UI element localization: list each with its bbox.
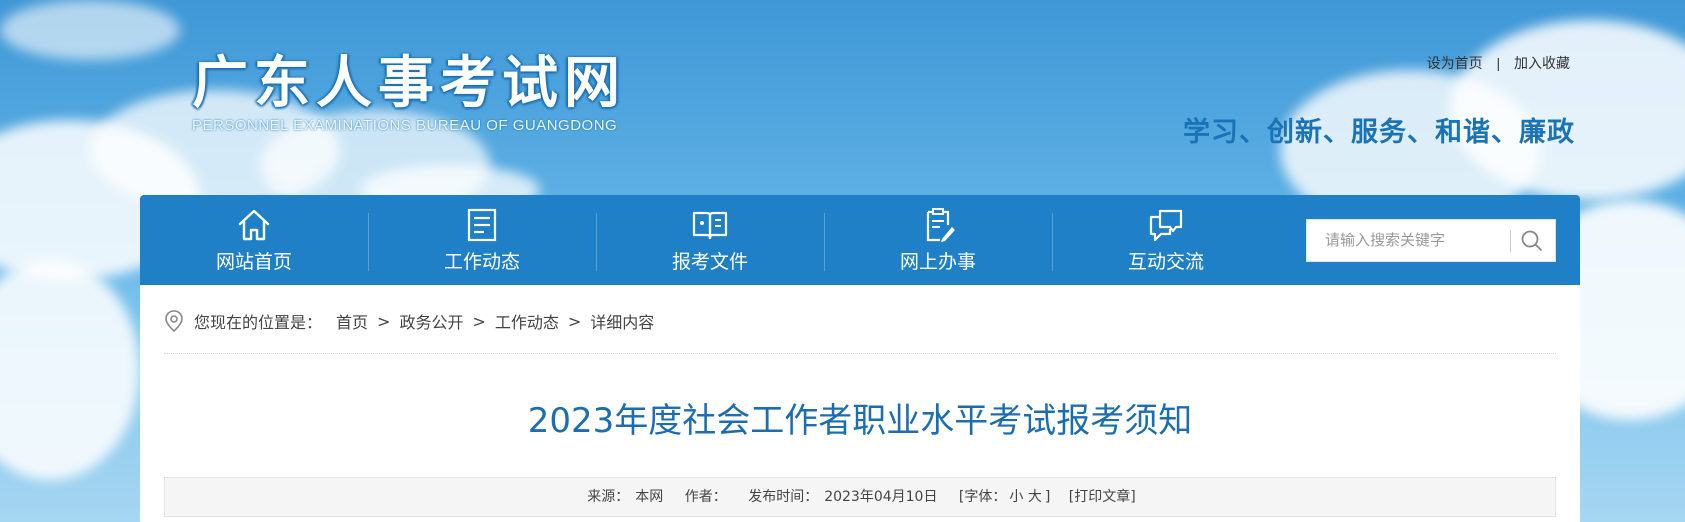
breadcrumb-separator: > — [567, 311, 582, 331]
search-icon[interactable] — [1519, 228, 1545, 254]
location-pin-icon — [165, 310, 183, 333]
nav-item-label: 网站首页 — [215, 251, 292, 273]
published-label: 发布时间： — [748, 489, 819, 505]
nav-item-online-services[interactable]: 网上办事 — [824, 195, 1052, 285]
nav-item-label: 互动交流 — [1127, 251, 1204, 273]
set-home-link[interactable]: 设为首页 — [1427, 55, 1483, 71]
main-content: 您现在的位置是： 首页 > 政务公开 > 工作动态 > 详细内容 2023年度社… — [140, 285, 1580, 522]
font-large-button[interactable]: 大 — [1028, 489, 1042, 505]
font-small-button[interactable]: 小 — [1009, 489, 1023, 505]
breadcrumb-current: 详细内容 — [590, 313, 655, 332]
open-book-icon — [692, 211, 728, 240]
cloud-decoration — [0, 0, 180, 60]
nav-item-home[interactable]: 网站首页 — [140, 195, 368, 285]
published-date: 2023年04月10日 — [824, 489, 938, 505]
site-logo-title[interactable]: 广东人事考试网 — [192, 38, 626, 119]
breadcrumb: 您现在的位置是： 首页 > 政务公开 > 工作动态 > 详细内容 — [164, 307, 654, 335]
breadcrumb-government-affairs[interactable]: 政务公开 — [399, 309, 463, 333]
top-links-separator: | — [1496, 55, 1501, 71]
print-article-button[interactable]: [打印文章] — [1069, 489, 1136, 505]
nav-item-work-news[interactable]: 工作动态 — [368, 195, 596, 285]
chat-bubbles-icon — [1149, 209, 1183, 242]
search-input[interactable] — [1307, 220, 1507, 261]
nav-item-label: 工作动态 — [443, 251, 520, 273]
divider — [164, 353, 1556, 354]
search-divider — [1510, 230, 1511, 252]
breadcrumb-separator: > — [472, 311, 486, 331]
source-label: 来源： — [587, 489, 630, 505]
top-links: 设为首页 | 加入收藏 — [1427, 53, 1570, 73]
nav-item-label: 报考文件 — [671, 251, 748, 273]
nav-item-interaction[interactable]: 互动交流 — [1052, 195, 1280, 285]
article-meta: 来源： 本网 作者： 发布时间： 2023年04月10日 [字体：小 大] [打印文… — [164, 477, 1556, 517]
clipboard-edit-icon — [926, 208, 955, 242]
breadcrumb-label: 您现在的位置是： — [194, 313, 323, 332]
font-size-close: ] — [1044, 489, 1051, 505]
nav-item-exam-docs[interactable]: 报考文件 — [596, 195, 824, 285]
font-size-label: [字体： — [958, 489, 1007, 505]
home-icon — [238, 209, 270, 241]
search-box — [1306, 219, 1556, 262]
breadcrumb-separator: > — [377, 311, 391, 331]
breadcrumb-home[interactable]: 首页 — [336, 309, 368, 333]
nav-item-label: 网上办事 — [899, 251, 976, 273]
document-list-icon — [467, 208, 497, 242]
slogan: 学习、创新、服务、和谐、廉政 — [1183, 117, 1575, 148]
cloud-decoration — [0, 260, 140, 480]
site-logo-subtitle: PERSONNEL EXAMINATIONS BUREAU OF GUANGDO… — [192, 117, 618, 134]
source-value: 本网 — [635, 489, 664, 505]
article-title: 2023年度社会工作者职业水平考试报考须知 — [527, 401, 1193, 441]
add-favorite-link[interactable]: 加入收藏 — [1514, 55, 1570, 71]
breadcrumb-work-news[interactable]: 工作动态 — [495, 309, 559, 333]
author-label: 作者： — [684, 489, 727, 505]
